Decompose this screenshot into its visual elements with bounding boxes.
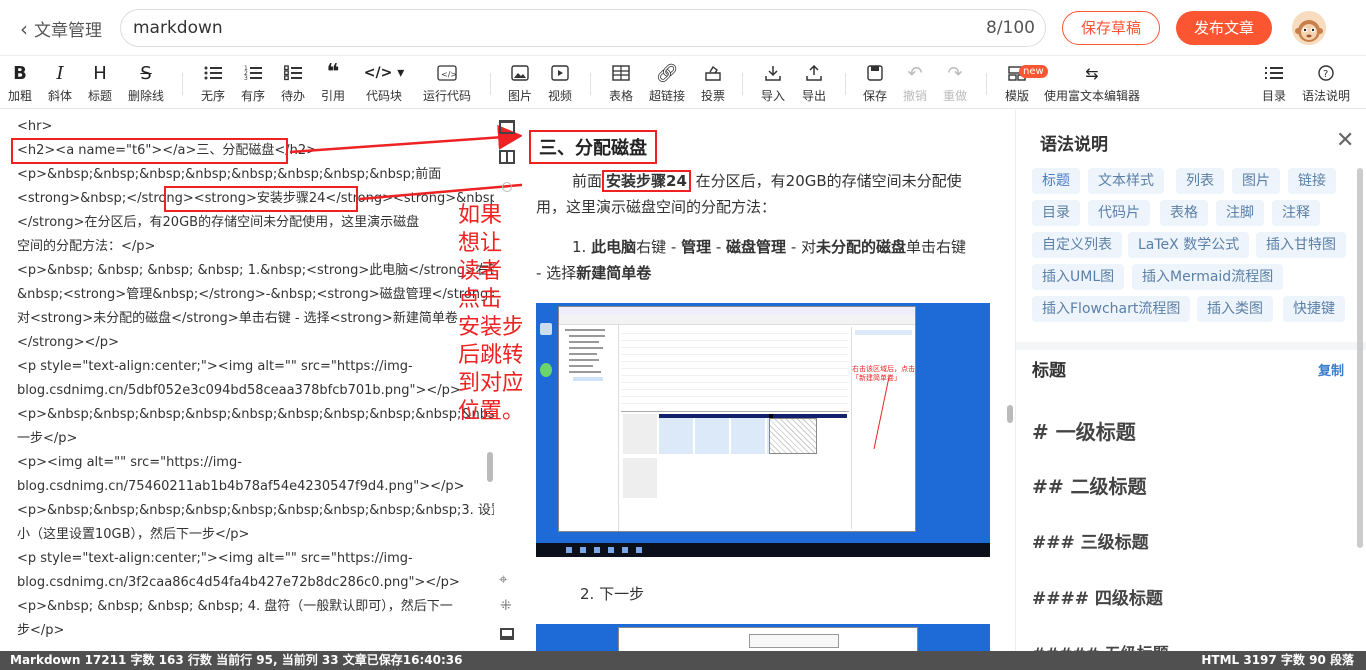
panel-divider — [1016, 342, 1366, 350]
syntax-chip[interactable]: 插入甘特图 — [1256, 232, 1346, 258]
syntax-chip[interactable]: 目录 — [1032, 200, 1080, 226]
heading-example: # 一级标题 — [1032, 420, 1136, 444]
locate-icon[interactable]: ⌖ — [499, 570, 507, 588]
syntax-chip[interactable]: 文本样式 — [1088, 168, 1164, 194]
syntax-chip[interactable]: 插入UML图 — [1032, 264, 1125, 290]
syntax-chip[interactable]: 代码片 — [1088, 200, 1150, 226]
anchor-link-strong[interactable]: 安装步骤24 — [602, 170, 691, 192]
syntax-chip[interactable]: 链接 — [1288, 168, 1336, 194]
syntax-help-panel: 语法说明 ✕ 标题 复制 标题 文本样式 列表 图片 链接 目录 代码片 表格 注脚 注释 自定义列… — [1015, 110, 1366, 651]
syntax-chip[interactable]: 自定义列表 — [1032, 232, 1122, 258]
syntax-chip[interactable]: 快捷键 — [1283, 296, 1345, 322]
status-bar: Markdown 17211 字数 163 行数 当前行 95, 当前列 33 … — [0, 651, 1366, 670]
syntax-chip[interactable]: 插入类图 — [1197, 296, 1273, 322]
syntax-chip[interactable]: 图片 — [1232, 168, 1280, 194]
preview-paragraph-1: 前面 安装步骤24 在分区后，有20GB的存储空间未分配使 用，这里演示磁盘空间的… — [536, 170, 962, 216]
heading-example: #### 四级标题 — [1032, 589, 1163, 609]
preview-step-1: 1. 此电脑右键 - 管理 - 磁盘管理 - 对未分配的磁盘单击右键 - 选择新… — [536, 238, 967, 282]
syntax-chip[interactable]: LaTeX 数学公式 — [1128, 232, 1250, 258]
status-left: Markdown 17211 字数 163 行数 当前行 95, 当前列 33 … — [10, 653, 463, 667]
layout-icon[interactable] — [499, 120, 515, 134]
syntax-chip[interactable]: 插入Mermaid流程图 — [1132, 264, 1284, 290]
next-step-screenshot — [536, 624, 990, 651]
heading-example: ## 二级标题 — [1032, 476, 1147, 498]
arrow-to-heading — [289, 124, 523, 154]
split-view-icon[interactable] — [499, 150, 515, 164]
preview-step-2: 2. 下一步 — [580, 585, 645, 603]
syntax-panel-title: 语法说明 — [1040, 135, 1108, 155]
collapse-icon[interactable]: ⁜ — [500, 598, 512, 614]
status-right: HTML 3197 字数 90 段落 — [1201, 653, 1354, 667]
computer-management-window: 右击该区域后，点击「新建简单卷」 — [558, 306, 916, 532]
editor-app: ‹ 文章管理 markdown 8/100 保存草稿 发布文章 B 加粗 I 斜体 … — [0, 0, 1366, 670]
preview-scrollbar[interactable] — [1007, 405, 1013, 423]
sync-scroll-icon[interactable] — [502, 182, 512, 192]
preview-heading: 三、分配磁盘 — [529, 130, 657, 164]
syntax-chip[interactable]: 表格 — [1160, 200, 1208, 226]
disk-management-screenshot: 右击该区域后，点击「新建简单卷」 — [536, 303, 990, 557]
syntax-chip[interactable]: 注脚 — [1216, 200, 1264, 226]
syntax-chip[interactable]: 注释 — [1272, 200, 1320, 226]
panel-scrollbar[interactable] — [1357, 168, 1363, 548]
copy-button[interactable]: 复制 — [1318, 360, 1344, 379]
preview-side-tools: ⌖ ⁜ — [494, 110, 522, 651]
syntax-chip[interactable]: 标题 — [1032, 168, 1080, 194]
close-icon[interactable]: ✕ — [1336, 128, 1354, 153]
syntax-chip[interactable]: 列表 — [1176, 168, 1224, 194]
syntax-chip[interactable]: 插入Flowchart流程图 — [1032, 296, 1191, 322]
heading-example: ##### 五级标题 — [1032, 640, 1169, 651]
preview-pane: 三、分配磁盘 前面 安装步骤24 在分区后，有20GB的存储空间未分配使 用，这里… — [522, 110, 1014, 651]
fullscreen-preview-icon[interactable] — [500, 628, 514, 640]
heading-section-title: 标题 — [1032, 361, 1066, 381]
heading-example: ### 三级标题 — [1032, 533, 1149, 553]
